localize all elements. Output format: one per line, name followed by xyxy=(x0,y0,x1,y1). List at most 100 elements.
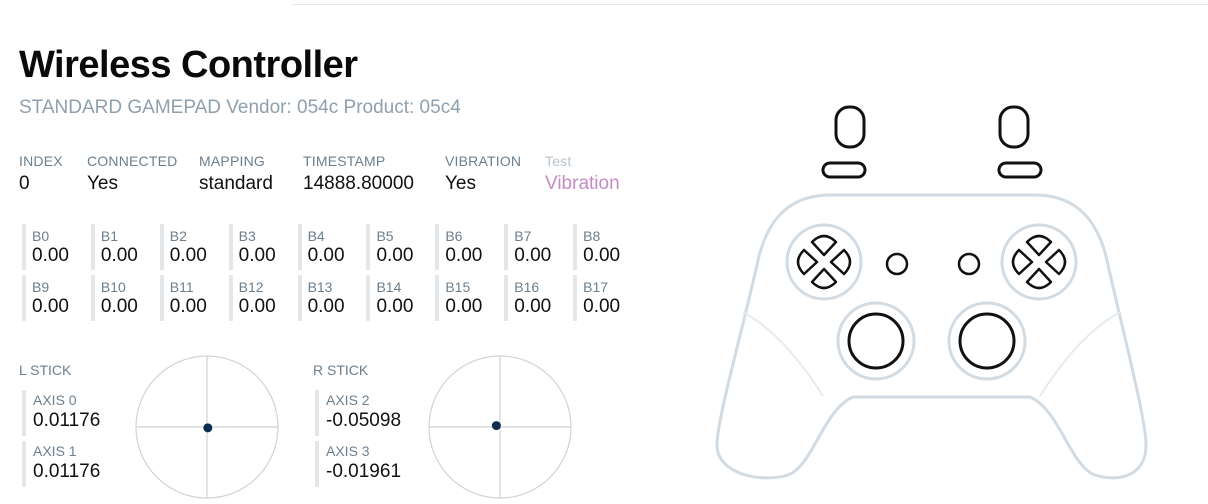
info-value: standard xyxy=(199,173,273,194)
button-value: 0.00 xyxy=(169,296,207,317)
button-label: B2 xyxy=(169,228,187,244)
button-cell-b10: B10 0.00 xyxy=(90,275,155,321)
info-index: INDEX 0 xyxy=(19,153,63,195)
button-label: B5 xyxy=(376,228,394,244)
button-label: B6 xyxy=(445,228,463,244)
button-label: B11 xyxy=(169,279,194,295)
left-stick-position-dot xyxy=(203,423,213,433)
button-label: B3 xyxy=(238,228,256,244)
axis-value: -0.01961 xyxy=(326,461,402,482)
info-mapping: MAPPING standard xyxy=(199,153,273,195)
button-value: 0.00 xyxy=(445,245,483,266)
button-cell-b11: B11 0.00 xyxy=(159,275,224,321)
button-row: B0 0.00 B1 0.00 B2 0.00 B3 0.00 B4 0.00 B5 0.0… xyxy=(22,224,642,270)
button-label: B17 xyxy=(583,279,609,295)
left-bumper-icon xyxy=(821,161,867,179)
button-label: B9 xyxy=(32,279,50,295)
button-value: 0.00 xyxy=(238,296,276,317)
left-stick-visualizer xyxy=(135,355,279,499)
face-buttons-icon xyxy=(1011,234,1067,290)
button-value: 0.00 xyxy=(583,296,621,317)
button-label: B7 xyxy=(514,228,532,244)
right-trigger-icon xyxy=(998,105,1030,149)
face-button-top-icon xyxy=(1025,234,1053,257)
button-label: B4 xyxy=(307,228,325,244)
right-stick-title: R STICK xyxy=(313,362,369,378)
top-divider xyxy=(292,0,1208,5)
face-button-right-icon xyxy=(1044,248,1067,276)
info-test-vibration: Test Vibration xyxy=(545,153,620,195)
face-button-bottom-icon xyxy=(1025,267,1053,290)
right-stick-position-dot xyxy=(491,421,501,431)
button-label: B12 xyxy=(238,279,264,295)
button-value: 0.00 xyxy=(100,296,138,317)
dpad-down-icon xyxy=(810,267,838,290)
info-timestamp: TIMESTAMP 14888.80000 xyxy=(303,153,414,195)
button-cell-b15: B15 0.00 xyxy=(435,275,499,321)
start-button-icon xyxy=(957,252,981,276)
axis-label: AXIS 2 xyxy=(326,392,370,408)
axis-label: AXIS 1 xyxy=(33,443,77,459)
dpad-up-icon xyxy=(810,234,838,257)
axis-1: AXIS 1 0.01176 xyxy=(22,441,132,487)
page-title: Wireless Controller xyxy=(19,44,358,86)
button-row: B9 0.00 B10 0.00 B11 0.00 B12 0.00 B13 0.00 B… xyxy=(22,275,642,321)
info-label: TIMESTAMP xyxy=(303,153,386,169)
button-cell-b4: B4 0.00 xyxy=(297,224,362,270)
button-cell-b14: B14 0.00 xyxy=(366,275,430,321)
info-value: Yes xyxy=(445,173,476,194)
button-label: B15 xyxy=(445,279,471,295)
button-label: B14 xyxy=(376,279,402,295)
test-vibration-link[interactable]: Vibration xyxy=(545,173,620,195)
info-value: Yes xyxy=(87,173,118,194)
button-label: B0 xyxy=(32,228,50,244)
test-label: Test xyxy=(545,153,572,169)
info-label: INDEX xyxy=(19,153,63,169)
button-label: B1 xyxy=(100,228,119,244)
button-label: B10 xyxy=(100,279,126,295)
axis-0: AXIS 0 0.01176 xyxy=(22,390,132,436)
axis-2: AXIS 2 -0.05098 xyxy=(315,390,425,436)
info-connected: CONNECTED Yes xyxy=(87,153,177,195)
button-value: 0.00 xyxy=(100,245,138,266)
right-grip-seam xyxy=(1039,311,1121,397)
button-cell-b5: B5 0.00 xyxy=(366,224,430,270)
axis-value: -0.05098 xyxy=(326,410,402,431)
right-stick-visualizer xyxy=(428,355,572,499)
button-value: 0.00 xyxy=(376,296,414,317)
face-button-left-icon xyxy=(1011,248,1034,276)
button-value: 0.00 xyxy=(169,245,207,266)
gamepad-diagram xyxy=(715,105,1148,480)
axis-3: AXIS 3 -0.01961 xyxy=(315,441,425,487)
axis-value: 0.01176 xyxy=(33,461,101,482)
button-cell-b1: B1 0.00 xyxy=(90,224,155,270)
left-trigger-icon xyxy=(834,105,866,149)
info-vibration: VIBRATION Yes xyxy=(445,153,521,195)
button-cell-b2: B2 0.00 xyxy=(159,224,224,270)
button-values-grid: B0 0.00 B1 0.00 B2 0.00 B3 0.00 B4 0.00 B5 0.0… xyxy=(22,224,642,326)
dpad-icon xyxy=(796,234,852,290)
button-label: B13 xyxy=(307,279,333,295)
button-value: 0.00 xyxy=(583,245,621,266)
button-label: B16 xyxy=(514,279,540,295)
button-value: 0.00 xyxy=(307,245,345,266)
dpad-left-icon xyxy=(796,248,819,276)
button-cell-b8: B8 0.00 xyxy=(573,224,637,270)
button-cell-b16: B16 0.00 xyxy=(504,275,568,321)
right-thumbstick-icon xyxy=(958,312,1016,370)
axis-label: AXIS 0 xyxy=(33,392,77,408)
gamepad-id: STANDARD GAMEPAD Vendor: 054c Product: 0… xyxy=(19,97,461,118)
button-value: 0.00 xyxy=(307,296,345,317)
left-stick-title: L STICK xyxy=(19,362,72,378)
axis-label: AXIS 3 xyxy=(326,443,370,459)
button-cell-b3: B3 0.00 xyxy=(228,224,293,270)
button-cell-b6: B6 0.00 xyxy=(435,224,499,270)
button-cell-b9: B9 0.00 xyxy=(22,275,86,321)
left-thumbstick-icon xyxy=(847,312,905,370)
button-cell-b17: B17 0.00 xyxy=(573,275,637,321)
button-label: B8 xyxy=(583,228,601,244)
right-bumper-icon xyxy=(997,161,1043,179)
info-label: CONNECTED xyxy=(87,153,178,169)
button-value: 0.00 xyxy=(514,296,552,317)
button-cell-b12: B12 0.00 xyxy=(228,275,293,321)
